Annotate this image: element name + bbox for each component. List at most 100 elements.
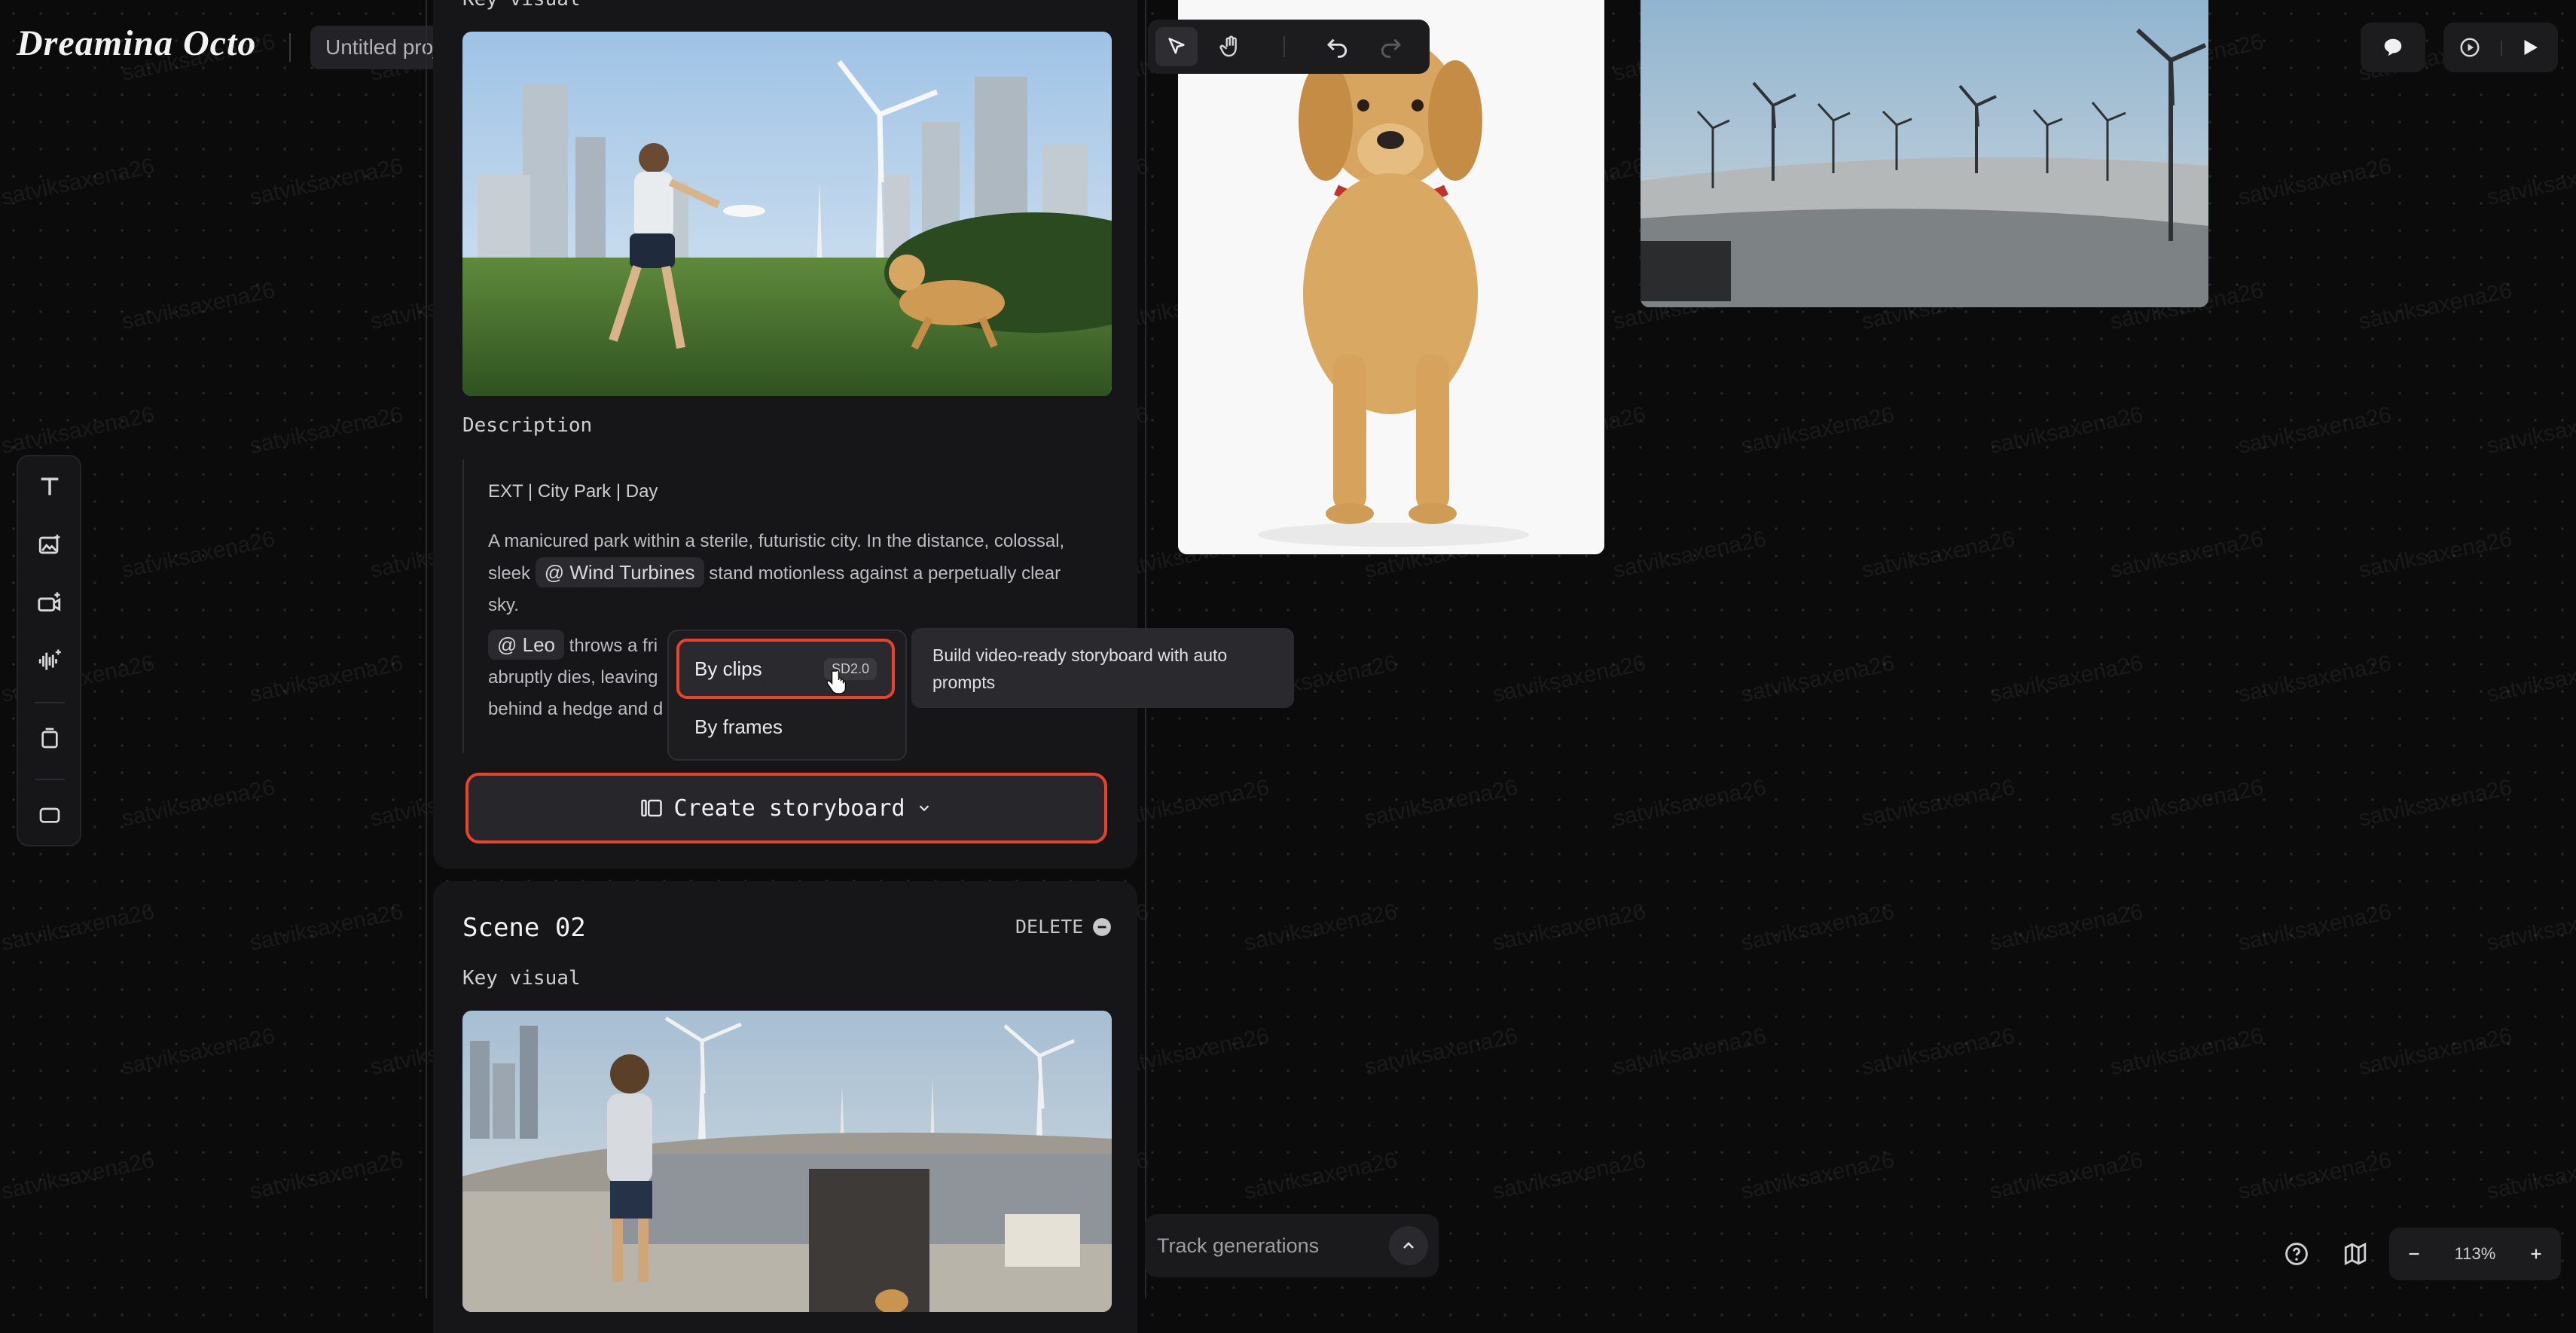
mention-chip-leo[interactable]: @ Leo — [488, 630, 564, 660]
canvas-image-dog[interactable] — [1178, 0, 1604, 554]
chevron-up-icon — [1399, 1237, 1418, 1255]
watermark-text: satviksaxena26 — [2107, 774, 2266, 832]
playback-controls — [2443, 23, 2558, 72]
assets-tool-icon[interactable] — [33, 721, 66, 755]
watermark-text: satviksaxena26 — [247, 153, 405, 211]
scene-02-title: Scene 02 — [462, 913, 586, 943]
watermark-text: satviksaxena26 — [1362, 774, 1520, 832]
menu-item-by-clips[interactable]: By clips SD2.0 — [676, 639, 895, 699]
chevron-down-icon — [916, 800, 932, 816]
watermark-text: satviksaxena26 — [1987, 401, 2145, 459]
watermark-text: satviksaxena26 — [247, 401, 405, 459]
watermark-text: satviksaxena26 — [1859, 526, 2017, 584]
zoom-in-button[interactable] — [2528, 1246, 2544, 1262]
description-text: stand motionless against a perpetually c… — [709, 563, 1061, 584]
watermark-text: satviksaxena26 — [1610, 526, 1769, 584]
canvas-image-wind-turbines[interactable] — [1641, 0, 2208, 307]
cursor-pointer-icon — [824, 669, 847, 696]
watermark-text: satviksaxena26 — [1113, 1023, 1271, 1081]
chat-button[interactable] — [2361, 23, 2425, 72]
watermark-text: satviksaxena26 — [1113, 774, 1271, 832]
watermark-text: satviksaxena26 — [1738, 898, 1897, 956]
left-toolbar — [17, 455, 81, 846]
watermark-text: satviksaxena26 — [2356, 277, 2514, 335]
scene-02-key-visual[interactable] — [462, 1011, 1112, 1312]
watermark-text: satviksaxena26 — [2236, 401, 2394, 459]
description-line: A manicured park within a sterile, futur… — [488, 531, 1065, 551]
storyboard-mode-menu: By clips SD2.0 By frames — [667, 630, 907, 761]
watermark-text: satviksaxena26 — [2484, 1147, 2576, 1205]
help-icon[interactable] — [2284, 1241, 2309, 1267]
watermark-text: satviksaxena26 — [2236, 1147, 2394, 1205]
description-text: sleek — [488, 563, 531, 584]
hand-tool-icon[interactable] — [1219, 35, 1243, 59]
audio-tool-icon[interactable] — [33, 645, 66, 678]
description-paragraph-1: A manicured park within a sterile, futur… — [488, 526, 1091, 621]
select-tool-button[interactable] — [1155, 27, 1198, 66]
watermark-text: satviksaxena26 — [1859, 1023, 2017, 1081]
watermark-text: satviksaxena26 — [2484, 401, 2576, 459]
play-icon[interactable] — [2519, 36, 2541, 59]
watermark-text: satviksaxena26 — [2236, 153, 2394, 211]
toolbar-divider — [35, 779, 65, 780]
watermark-text: satviksaxena26 — [2236, 650, 2394, 708]
watermark-text: satviksaxena26 — [119, 526, 277, 584]
zoom-level: 113% — [2454, 1244, 2496, 1263]
create-storyboard-label: Create storyboard — [673, 795, 905, 822]
watermark-text: satviksaxena26 — [1738, 650, 1897, 708]
text-tool-icon[interactable] — [33, 470, 66, 503]
image-tool-icon[interactable] — [33, 529, 66, 562]
watermark-text: satviksaxena26 — [0, 1147, 157, 1205]
watermark-text: satviksaxena26 — [2356, 774, 2514, 832]
storyboard-icon — [640, 797, 663, 819]
map-icon[interactable] — [2343, 1241, 2368, 1267]
watermark-text: satviksaxena26 — [2484, 153, 2576, 211]
canvas-toolbar — [1148, 20, 1430, 74]
video-tool-icon[interactable] — [33, 587, 66, 621]
watermark-text: satviksaxena26 — [2484, 650, 2576, 708]
watermark-text: satviksaxena26 — [1987, 898, 2145, 956]
watermark-text: satviksaxena26 — [0, 153, 157, 211]
track-generations-label: Track generations — [1157, 1234, 1320, 1257]
menu-item-label: By clips — [694, 657, 762, 680]
header-divider — [289, 33, 291, 62]
chat-bubble-icon — [2382, 36, 2404, 59]
redo-icon[interactable] — [1378, 35, 1402, 59]
menu-item-by-frames[interactable]: By frames — [694, 715, 783, 739]
app-logo: Dreamina Octo — [17, 23, 257, 63]
panel-tool-icon[interactable] — [33, 798, 66, 831]
scene-01-key-visual[interactable] — [462, 32, 1112, 396]
watermark-text: satviksaxena26 — [2107, 1023, 2266, 1081]
watermark-text: satviksaxena26 — [1987, 1147, 2145, 1205]
toolbar-divider — [1283, 36, 1285, 57]
watermark-text: satviksaxena26 — [1859, 774, 2017, 832]
watermark-text: satviksaxena26 — [1490, 898, 1648, 956]
description-line: sky. — [488, 595, 519, 615]
undo-icon[interactable] — [1326, 35, 1350, 59]
mention-chip-wind-turbines[interactable]: @ Wind Turbines — [535, 557, 704, 587]
watermark-text: satviksaxena26 — [1490, 1147, 1648, 1205]
watermark-text: satviksaxena26 — [1987, 650, 2145, 708]
watermark-text: satviksaxena26 — [247, 650, 405, 708]
scene-slug: EXT | City Park | Day — [488, 481, 658, 502]
watermark-text: satviksaxena26 — [1241, 898, 1399, 956]
watermark-text: satviksaxena26 — [2107, 526, 2266, 584]
zoom-out-button[interactable] — [2406, 1246, 2422, 1262]
watermark-text: satviksaxena26 — [0, 401, 157, 459]
preview-icon[interactable] — [2458, 36, 2481, 59]
description-text: throws a fri — [569, 636, 658, 656]
watermark-text: satviksaxena26 — [1738, 1147, 1897, 1205]
create-storyboard-button[interactable]: Create storyboard — [465, 773, 1107, 843]
zoom-control: 113% — [2389, 1228, 2561, 1280]
watermark-text: satviksaxena26 — [1241, 1147, 1399, 1205]
minus-circle-icon — [1092, 917, 1112, 937]
watermark-text: satviksaxena26 — [247, 1147, 405, 1205]
description-label: Description — [462, 414, 593, 437]
watermark-text: satviksaxena26 — [247, 898, 405, 956]
cursor-arrow-icon — [1166, 36, 1187, 57]
watermark-text: satviksaxena26 — [1610, 1023, 1769, 1081]
delete-scene-button[interactable]: DELETE — [1015, 916, 1112, 938]
track-generations-bar[interactable]: Track generations — [1145, 1214, 1439, 1277]
watermark-text: satviksaxena26 — [2356, 1023, 2514, 1081]
expand-button[interactable] — [1389, 1226, 1428, 1265]
